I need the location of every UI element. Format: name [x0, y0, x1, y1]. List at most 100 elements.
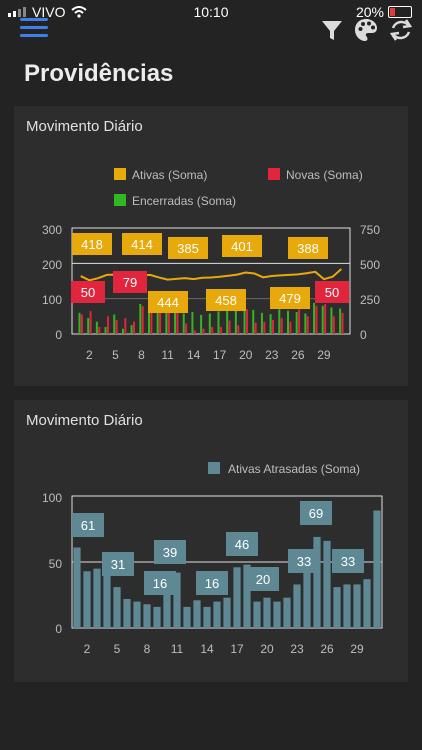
bar-novas [228, 320, 231, 334]
x-tick: 14 [200, 642, 214, 656]
y-left-tick: 0 [55, 328, 62, 342]
legend-swatch-novas [268, 168, 280, 180]
bar-novas [315, 305, 318, 334]
y-left-tick: 100 [42, 293, 62, 307]
x-tick: 8 [144, 642, 151, 656]
bar-atrasadas [373, 510, 381, 628]
y-tick: 50 [49, 557, 63, 571]
bar-novas [237, 325, 240, 334]
bar-novas [245, 309, 248, 334]
bar-atrasadas [93, 568, 101, 628]
data-label-atrasadas: 61 [81, 518, 95, 533]
bar-novas [272, 319, 275, 334]
bar-atrasadas [343, 584, 351, 628]
bar-encerradas [321, 305, 324, 334]
x-tick: 20 [260, 642, 274, 656]
bar-novas [185, 323, 188, 334]
data-label-ativas: 418 [81, 237, 103, 252]
bar-encerradas [113, 314, 116, 334]
bar-novas [80, 314, 83, 334]
legend-label-atrasadas: Ativas Atrasadas (Soma) [228, 462, 360, 476]
bar-encerradas [278, 309, 281, 334]
filter-funnel-icon[interactable] [318, 16, 346, 44]
data-label-ativas: 444 [157, 295, 179, 310]
refresh-icon[interactable] [387, 16, 415, 44]
x-tick: 26 [291, 348, 305, 362]
bar-encerradas [174, 309, 177, 334]
bar-atrasadas [183, 606, 191, 628]
bar-atrasadas [203, 606, 211, 628]
x-tick: 26 [320, 642, 334, 656]
data-label-atrasadas: 33 [341, 554, 355, 569]
bar-atrasadas [113, 587, 121, 628]
overdue-chart: Ativas Atrasadas (Soma) 100 50 0 2 5 8 11 14… [42, 462, 383, 656]
bar-encerradas [130, 325, 133, 334]
data-label-novas: 79 [123, 275, 137, 290]
data-label-atrasadas: 69 [309, 506, 323, 521]
bar-atrasadas [363, 579, 371, 628]
bar-novas [141, 306, 144, 334]
bar-encerradas [234, 310, 237, 334]
bar-novas [106, 316, 109, 334]
data-label-atrasadas: 20 [256, 572, 270, 587]
bar-encerradas [139, 303, 142, 334]
data-label-ativas: 388 [297, 241, 319, 256]
data-label-ativas: 385 [177, 241, 199, 256]
y-tick: 0 [55, 622, 62, 636]
bar-encerradas [243, 307, 246, 334]
bar-atrasadas [323, 540, 331, 628]
legend-swatch-encerradas [114, 194, 126, 206]
bar-encerradas [313, 302, 316, 334]
x-tick: 2 [86, 348, 93, 362]
toolbar [0, 14, 422, 44]
x-tick: 23 [290, 642, 304, 656]
bar-novas [254, 322, 257, 334]
x-tick: 17 [213, 348, 227, 362]
y-tick: 100 [42, 491, 62, 505]
bar-encerradas [260, 312, 263, 334]
bar-atrasadas [263, 597, 271, 628]
x-tick: 8 [138, 348, 145, 362]
bar-encerradas [78, 312, 81, 334]
bar-novas [193, 330, 196, 334]
bar-atrasadas [253, 601, 261, 628]
x-tick: 29 [317, 348, 331, 362]
bar-encerradas [191, 312, 194, 334]
x-tick: 23 [265, 348, 279, 362]
bar-encerradas [330, 307, 333, 334]
data-label-ativas: 479 [279, 291, 301, 306]
chart-card-overdue: Movimento Diário Ativas Atrasadas (Soma)… [14, 400, 408, 682]
x-tick: 11 [161, 348, 174, 362]
bar-atrasadas [143, 604, 151, 628]
x-tick: 20 [239, 348, 253, 362]
bar-atrasadas [333, 587, 341, 628]
data-label-atrasadas: 33 [297, 554, 311, 569]
daily-movement-chart: Ativas (Soma) Novas (Soma) Encerradas (S… [42, 168, 380, 362]
bar-atrasadas [223, 597, 231, 628]
bar-encerradas [269, 314, 272, 334]
bar-novas [324, 303, 327, 334]
hamburger-menu-icon[interactable] [20, 18, 48, 38]
data-label-atrasadas: 16 [205, 576, 219, 591]
bar-atrasadas [193, 600, 201, 628]
bar-atrasadas [273, 601, 281, 628]
data-label-ativas: 414 [131, 237, 153, 252]
x-tick: 29 [350, 642, 364, 656]
data-label-atrasadas: 39 [163, 545, 177, 560]
bar-encerradas [104, 326, 107, 334]
bar-atrasadas [123, 598, 131, 628]
bar-novas [263, 321, 266, 334]
bar-encerradas [95, 321, 98, 334]
bar-novas [289, 321, 292, 334]
legend-label-encerradas: Encerradas (Soma) [132, 194, 236, 208]
data-label-atrasadas: 31 [111, 557, 125, 572]
bar-novas [115, 319, 118, 334]
bar-encerradas [252, 309, 255, 334]
palette-icon[interactable] [352, 16, 380, 44]
page-title: Providências [24, 60, 174, 87]
legend-label-ativas: Ativas (Soma) [132, 168, 207, 182]
bar-atrasadas [283, 597, 291, 628]
bar-atrasadas [293, 584, 301, 628]
bar-novas [306, 316, 309, 334]
bar-encerradas [339, 308, 342, 334]
